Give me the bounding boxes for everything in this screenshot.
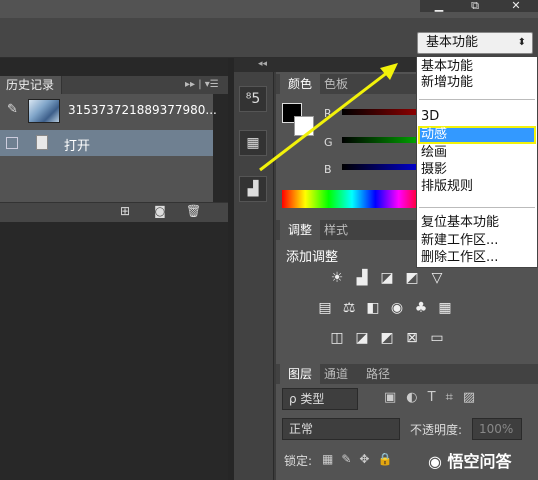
menu-item-painting[interactable]: 绘画 <box>421 145 447 161</box>
menu-item-typography[interactable]: 排版规则 <box>421 179 473 195</box>
watermark-logo-icon: ◉ <box>428 452 448 471</box>
menu-item-reset-essentials[interactable]: 复位基本功能 <box>421 215 499 231</box>
menu-separator <box>419 207 535 208</box>
watermark-text: 悟空问答 <box>447 452 512 471</box>
menu-item-new-features[interactable]: 新增功能 <box>421 75 473 91</box>
menu-item-photography[interactable]: 摄影 <box>421 162 447 178</box>
menu-item-delete-workspace[interactable]: 删除工作区... <box>421 250 498 266</box>
arrow-shaft <box>259 70 389 172</box>
watermark: ◉ 悟空问答 <box>428 448 512 472</box>
menu-separator <box>419 99 535 100</box>
menu-item-new-workspace[interactable]: 新建工作区... <box>421 233 498 249</box>
menu-item-essentials[interactable]: 基本功能 <box>421 59 473 75</box>
menu-item-3d[interactable]: 3D <box>421 109 439 125</box>
menu-item-motion[interactable]: 动感 <box>421 127 447 143</box>
workspace-dropdown-menu: 基本功能 新增功能 3D 动感 绘画 摄影 排版规则 复位基本功能 新建工作区.… <box>416 56 538 268</box>
